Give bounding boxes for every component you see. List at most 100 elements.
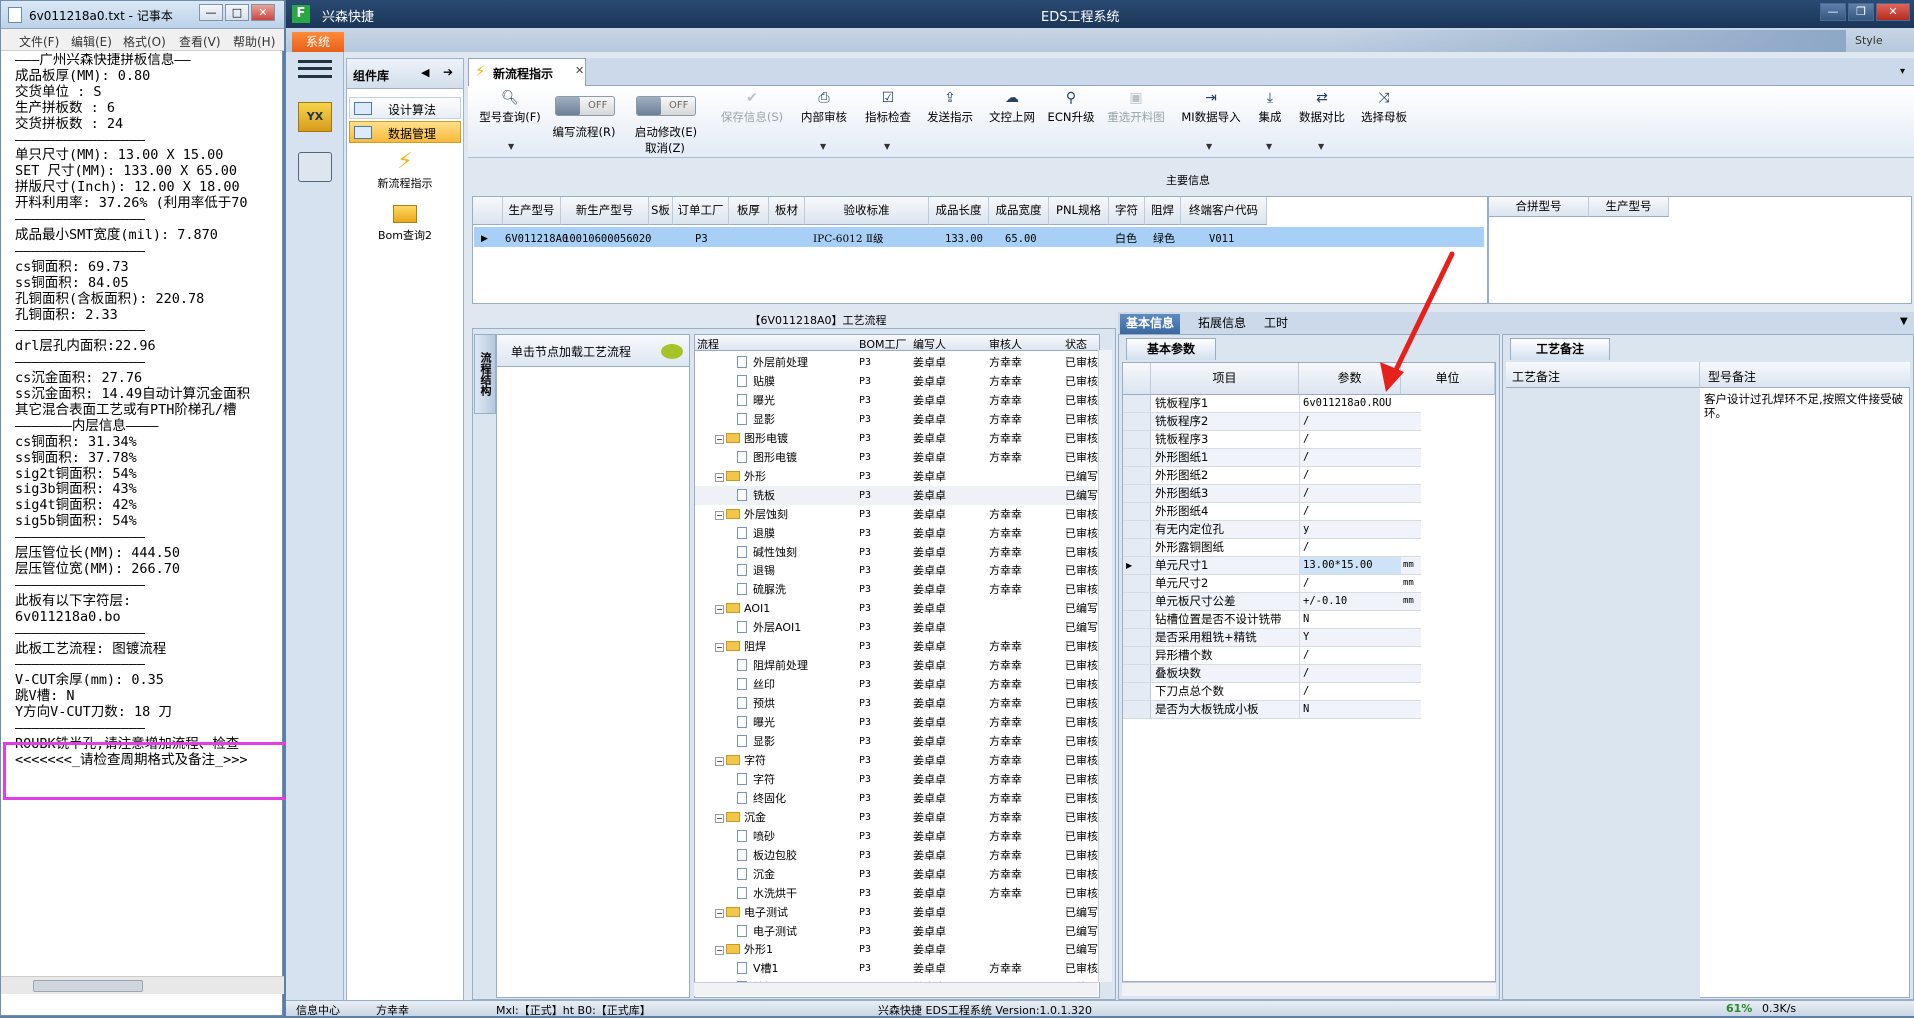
tree-row[interactable]: 曝光 P3 姜卓卓 方幸幸 已审核	[695, 391, 1098, 410]
col-header[interactable]: 终端客户代码	[1181, 197, 1267, 225]
col-header[interactable]: 字符	[1109, 197, 1145, 225]
cancel-button[interactable]: 取消(Z)	[640, 140, 690, 156]
tree-row[interactable]: 预烘 P3 姜卓卓 方幸幸 已审核	[695, 694, 1098, 713]
tree-node[interactable]: 碱性蚀刻	[737, 543, 797, 562]
tree-row[interactable]: 沉金 P3 姜卓卓 方幸幸 已审核	[695, 865, 1098, 884]
chevron-down-icon[interactable]: ▼	[508, 142, 514, 151]
menu-format[interactable]: 格式(O)	[123, 33, 166, 50]
yxl-module-icon[interactable]: YX	[298, 102, 332, 132]
collapse-icon[interactable]: −	[715, 472, 724, 482]
col-header[interactable]: 编写人	[913, 336, 946, 352]
tree-node[interactable]: − 沉金	[715, 808, 766, 827]
tree-vertical-scrollbar[interactable]	[1098, 350, 1112, 982]
tab-new-flow-indication[interactable]: ⚡ 新流程指示 ✕	[468, 58, 586, 86]
write-flow-toggle[interactable]: OFF	[555, 96, 615, 116]
param-row[interactable]: 外形图纸2 /	[1123, 467, 1421, 485]
indicator-check-button[interactable]: ☑ 指标检查	[860, 90, 916, 125]
tree-node[interactable]: 显影	[737, 732, 775, 751]
param-row[interactable]: 是否为大板铣成小板 N	[1123, 701, 1421, 719]
tree-row[interactable]: 曝光 P3 姜卓卓 方幸幸 已审核	[695, 713, 1098, 732]
param-value[interactable]: +/-0.10	[1299, 593, 1401, 610]
model-note-text[interactable]: 客户设计过孔焊环不足,按照文件接受破环。	[1704, 392, 1904, 420]
tree-row[interactable]: 字符 P3 姜卓卓 方幸幸 已审核	[695, 770, 1098, 789]
notepad-text-area[interactable]: ———广州兴森快捷拼板信息—— 成品板厚(MM): 0.80 交货单位 : S 生产拼…	[15, 53, 280, 983]
tree-row[interactable]: − 图形电镀 P3 姜卓卓 方幸幸 已审核	[695, 429, 1098, 448]
menu-file[interactable]: 文件(F)	[19, 33, 59, 50]
tree-row[interactable]: 阻焊前处理 P3 姜卓卓 方幸幸 已审核	[695, 656, 1098, 675]
param-value[interactable]: /	[1299, 449, 1401, 466]
tree-row[interactable]: − 字符 P3 姜卓卓 方幸幸 已审核	[695, 751, 1098, 770]
select-motherboard-button[interactable]: ⤨ 选择母板	[1356, 90, 1412, 125]
tree-row[interactable]: 电子测试 P3 姜卓卓 已编写	[695, 922, 1098, 941]
start-modify-toggle[interactable]: OFF	[636, 96, 696, 116]
tab-extended-info[interactable]: 拓展信息	[1192, 314, 1252, 334]
component-item-design-algorithm[interactable]: 设计算法	[349, 97, 461, 119]
integrate-button[interactable]: ⤓ 集成	[1252, 90, 1288, 125]
tree-node[interactable]: − 字符	[715, 751, 766, 770]
tree-row[interactable]: − 外形1 P3 姜卓卓 已编写	[695, 940, 1098, 959]
param-value[interactable]: /	[1299, 467, 1401, 484]
tree-row[interactable]: 终固化 P3 姜卓卓 方幸幸 已审核	[695, 789, 1098, 808]
cell-new-model[interactable]: 10010600056020	[563, 229, 652, 249]
tree-node[interactable]: V槽1	[737, 959, 779, 978]
param-row[interactable]: 外形图纸1 /	[1123, 449, 1421, 467]
col-header[interactable]: 板厚	[729, 197, 769, 225]
collapse-icon[interactable]: −	[715, 756, 724, 766]
param-value[interactable]: /	[1299, 665, 1401, 682]
param-row[interactable]: 铣板程序1 6v011218a0.ROU	[1123, 395, 1421, 413]
collapse-icon[interactable]: −	[715, 605, 724, 615]
minimize-icon[interactable]: —	[1820, 3, 1846, 21]
param-row[interactable]: 铣板程序3 /	[1123, 431, 1421, 449]
tree-row[interactable]: − 外形 P3 姜卓卓 已编写	[695, 467, 1098, 486]
tree-node[interactable]: 字符	[737, 770, 775, 789]
col-header[interactable]: 新生产型号	[561, 197, 649, 225]
tree-row[interactable]: 退锡 P3 姜卓卓 方幸幸 已审核	[695, 561, 1098, 580]
tree-row[interactable]: 水洗烘干 P3 姜卓卓 方幸幸 已审核	[695, 884, 1098, 903]
chevron-down-icon[interactable]: ▼	[1266, 142, 1272, 151]
param-value[interactable]: /	[1299, 539, 1401, 556]
tree-row[interactable]: − 电子测试 P3 姜卓卓 已编写	[695, 903, 1098, 922]
collapse-icon[interactable]: −	[715, 643, 724, 653]
menu-view[interactable]: 查看(V)	[179, 33, 221, 50]
model-query-button[interactable]: 🔍︎ 型号查询(F)	[476, 90, 544, 125]
collapse-left-icon[interactable]: ◀	[421, 66, 429, 79]
chevron-down-icon[interactable]: ▼	[1206, 142, 1212, 151]
col-header[interactable]: 审核人	[989, 336, 1022, 352]
tab-basic-info[interactable]: 基本信息	[1120, 314, 1181, 334]
hamburger-menu-icon[interactable]	[298, 60, 332, 78]
param-value[interactable]: y	[1299, 521, 1401, 538]
tree-node[interactable]: − 电子测试	[715, 903, 788, 922]
tree-node[interactable]: 喷砂	[737, 827, 775, 846]
pin-icon[interactable]: ➔	[443, 65, 453, 79]
close-tab-icon[interactable]: ✕	[575, 64, 584, 77]
tree-node[interactable]: 预烘	[737, 694, 775, 713]
tree-node[interactable]: 退膜	[737, 524, 775, 543]
minimize-icon[interactable]: —	[199, 4, 223, 21]
tree-node[interactable]: 丝印	[737, 675, 775, 694]
tree-row[interactable]: 碱性蚀刻 P3 姜卓卓 方幸幸 已审核	[695, 543, 1098, 562]
bom-query-item[interactable]: Bom查询2	[347, 205, 463, 243]
tree-row[interactable]: 贴膜 P3 姜卓卓 方幸幸 已审核	[695, 372, 1098, 391]
tree-row[interactable]: 板边包胶 P3 姜卓卓 方幸幸 已审核	[695, 846, 1098, 865]
tree-node[interactable]: 沉金	[737, 865, 775, 884]
tree-node[interactable]: − 阻焊	[715, 637, 766, 656]
col-header[interactable]: 项目	[1151, 363, 1299, 395]
cell-width[interactable]: 65.00	[1005, 229, 1037, 249]
param-value[interactable]: 6v011218a0.ROU	[1299, 395, 1401, 412]
tree-node[interactable]: 退锡	[737, 561, 775, 580]
send-indication-button[interactable]: ⇪ 发送指示	[922, 90, 978, 125]
tree-node[interactable]: 外层AOI1	[737, 618, 801, 637]
col-header[interactable]: 成品宽度	[989, 197, 1049, 225]
col-header[interactable]: S板	[649, 197, 673, 225]
tree-node[interactable]: 电子测试	[737, 922, 797, 941]
param-row[interactable]: 铣板程序2 /	[1123, 413, 1421, 431]
param-row[interactable]: 异形槽个数 /	[1123, 647, 1421, 665]
style-menu[interactable]: Style	[1855, 34, 1883, 47]
tree-row[interactable]: 图形电镀 P3 姜卓卓 方幸幸 已审核	[695, 448, 1098, 467]
col-header[interactable]: 生产型号	[1589, 197, 1669, 217]
tree-node[interactable]: − 外形1	[715, 940, 773, 959]
param-value[interactable]: /	[1299, 431, 1401, 448]
maximize-icon[interactable]: □	[225, 4, 249, 21]
tree-row[interactable]: 外层AOI1 P3 姜卓卓 已编写	[695, 618, 1098, 637]
col-header[interactable]: 型号备注	[1700, 362, 1910, 388]
